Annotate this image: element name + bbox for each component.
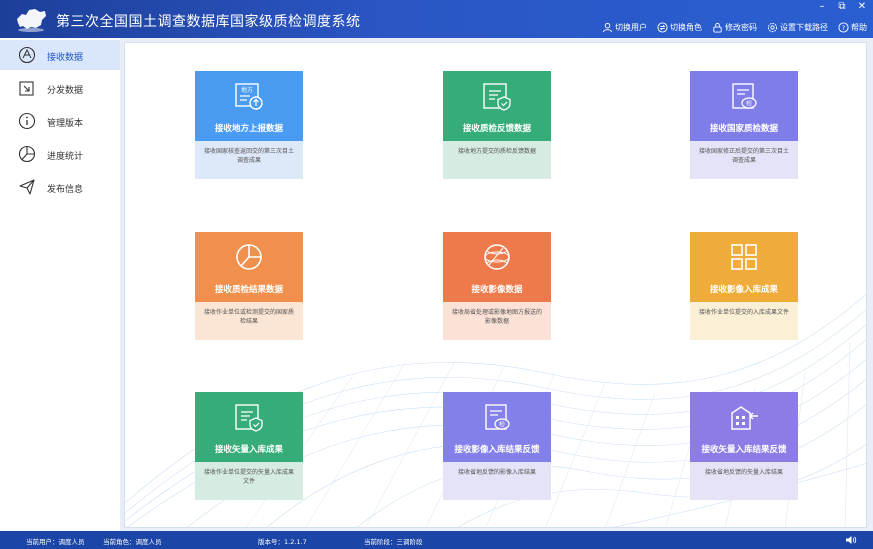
current-role-status: 当前角色：调度人员: [103, 538, 162, 546]
sidebar-item-manage-version[interactable]: 管理版本: [0, 106, 120, 136]
app-title: 第三次全国国土调查数据库国家级质检调度系统: [56, 14, 361, 30]
gear-icon: [767, 22, 778, 33]
minimize-button[interactable]: –: [817, 2, 827, 12]
help-icon: ?: [838, 22, 849, 33]
window-controls: – ⧉ ✕: [817, 2, 867, 12]
restore-button[interactable]: ⧉: [837, 2, 847, 12]
sidebar-item-label: 发布信息: [47, 185, 84, 195]
card-title: 接收地方上报数据: [214, 124, 283, 134]
stage-status: 当前阶段：三调阶段: [364, 538, 423, 546]
switch-role-button[interactable]: 切换角色: [657, 22, 702, 33]
current-user-status: 当前用户：调度人员: [26, 538, 85, 546]
card-title: 接收矢量入库结果反馈: [701, 445, 787, 455]
sidebar-item-distribute-data[interactable]: 分发数据: [0, 73, 120, 103]
card-description: 接收作业单位或检测提交的国家质检结果: [195, 302, 303, 340]
vector-ok-icon: [235, 404, 263, 432]
card-receive-national-check[interactable]: 检 接收国家质检数据 接收国家修正后提交的第三次目土调查成果: [690, 71, 798, 179]
qc-feedback-icon: [483, 83, 511, 111]
grid-icon: [731, 244, 757, 270]
card-title: 接收影像入库结果反馈: [454, 445, 540, 455]
switch-user-label: 切换用户: [615, 23, 647, 32]
card-receive-image-data[interactable]: 接收影像数据 接收局省处理或影像地图方报送的影像数据: [443, 232, 551, 340]
local-report-icon: 地方: [235, 83, 263, 110]
help-label: 帮助: [851, 23, 867, 32]
card-receive-qc-feedback[interactable]: 接收质检反馈数据 接收地方提交的质检反馈数据: [443, 71, 551, 179]
download-path-label: 设置下载路径: [780, 23, 828, 32]
status-bar: 当前用户：调度人员 当前角色：调度人员 版本号：1.2.1.7 当前阶段：三调阶…: [0, 531, 873, 549]
card-description: 接收地方提交的质检反馈数据: [443, 141, 551, 179]
switch-role-icon: [657, 22, 668, 33]
main-panel: 地方 接收地方上报数据 接收国家核查返回交的第三次目土调查成果 接收质检反馈数据…: [124, 42, 867, 528]
svg-text:?: ?: [842, 24, 845, 32]
sidebar-item-progress[interactable]: 进度统计: [0, 139, 120, 169]
card-receive-local-report[interactable]: 地方 接收地方上报数据 接收国家核查返回交的第三次目土调查成果: [195, 71, 303, 179]
globe-icon: [484, 244, 510, 270]
card-title: 接收质检反馈数据: [462, 124, 531, 134]
sidebar-item-label: 管理版本: [47, 119, 84, 129]
close-button[interactable]: ✕: [857, 2, 867, 12]
speaker-icon[interactable]: [845, 534, 857, 546]
sidebar: 接收数据 分发数据 管理版本 进度统计 发布信息: [0, 38, 120, 531]
china-map-logo: [17, 9, 46, 32]
card-title: 接收影像数据: [471, 285, 523, 295]
pie-result-icon: [236, 244, 262, 270]
card-receive-qc-result[interactable]: 接收质检结果数据 接收作业单位或检测提交的国家质检结果: [195, 232, 303, 340]
card-receive-vector-storage[interactable]: 接收矢量入库成果 接收作业单位提交的矢量入库成果文件: [195, 392, 303, 500]
sidebar-item-publish-info[interactable]: 发布信息: [0, 172, 120, 202]
title-bar: 第三次全国国土调查数据库国家级质检调度系统 – ⧉ ✕ 切换用户 切换角色 修改…: [0, 0, 873, 38]
sidebar-item-receive-data[interactable]: 接收数据: [0, 40, 120, 70]
svg-text:检: 检: [499, 421, 505, 429]
card-description: 接收省地反馈的影像入库结果: [443, 462, 551, 500]
pie-chart-icon: [18, 145, 36, 163]
send-icon: [19, 179, 35, 195]
card-title: 接收影像入库成果: [709, 285, 778, 295]
card-description: 接收国家核查返回交的第三次目土调查成果: [195, 141, 303, 179]
download-path-button[interactable]: 设置下载路径: [767, 22, 828, 33]
card-receive-vector-feedback[interactable]: 接收矢量入库结果反馈 接收省地反馈的矢量入库结果: [690, 392, 798, 500]
lock-icon: [713, 22, 722, 33]
card-title: 接收国家质检数据: [709, 124, 778, 134]
card-description: 接收局省处理或影像地图方报送的影像数据: [443, 302, 551, 340]
card-description: 接收作业单位提交的矢量入库成果文件: [195, 462, 303, 500]
image-feedback-icon: 检: [485, 404, 510, 430]
change-password-button[interactable]: 修改密码: [712, 22, 757, 33]
card-description: 接收省地反馈的矢量入库结果: [690, 462, 798, 500]
sidebar-item-label: 接收数据: [47, 53, 84, 63]
change-password-label: 修改密码: [725, 23, 757, 32]
switch-role-label: 切换角色: [670, 23, 702, 32]
svg-text:检: 检: [746, 100, 752, 108]
switch-user-button[interactable]: 切换用户: [602, 22, 647, 33]
user-icon: [602, 22, 613, 33]
version-info-icon: [18, 112, 36, 130]
help-button[interactable]: ? 帮助: [838, 22, 867, 33]
card-title: 接收矢量入库成果: [214, 445, 283, 455]
national-check-icon: 检: [732, 83, 757, 109]
card-description: 接收作业单位提交的入库成果文件: [690, 302, 798, 340]
card-receive-image-storage[interactable]: 接收影像入库成果 接收作业单位提交的入库成果文件: [690, 232, 798, 340]
vector-feedback-icon: [731, 406, 758, 430]
sidebar-item-label: 分发数据: [47, 86, 84, 96]
card-title: 接收质检结果数据: [214, 285, 283, 295]
sidebar-item-label: 进度统计: [47, 152, 84, 162]
version-status: 版本号：1.2.1.7: [258, 538, 307, 546]
card-description: 接收国家修正后提交的第三次目土调查成果: [690, 141, 798, 179]
top-toolbar: 切换用户 切换角色 修改密码 设置下载路径 ? 帮助: [602, 22, 867, 33]
card-receive-image-feedback[interactable]: 检 接收影像入库结果反馈 接收省地反馈的影像入库结果: [443, 392, 551, 500]
svg-text:地方: 地方: [241, 86, 253, 94]
distribute-data-icon: [19, 81, 34, 96]
receive-data-icon: [18, 46, 36, 64]
